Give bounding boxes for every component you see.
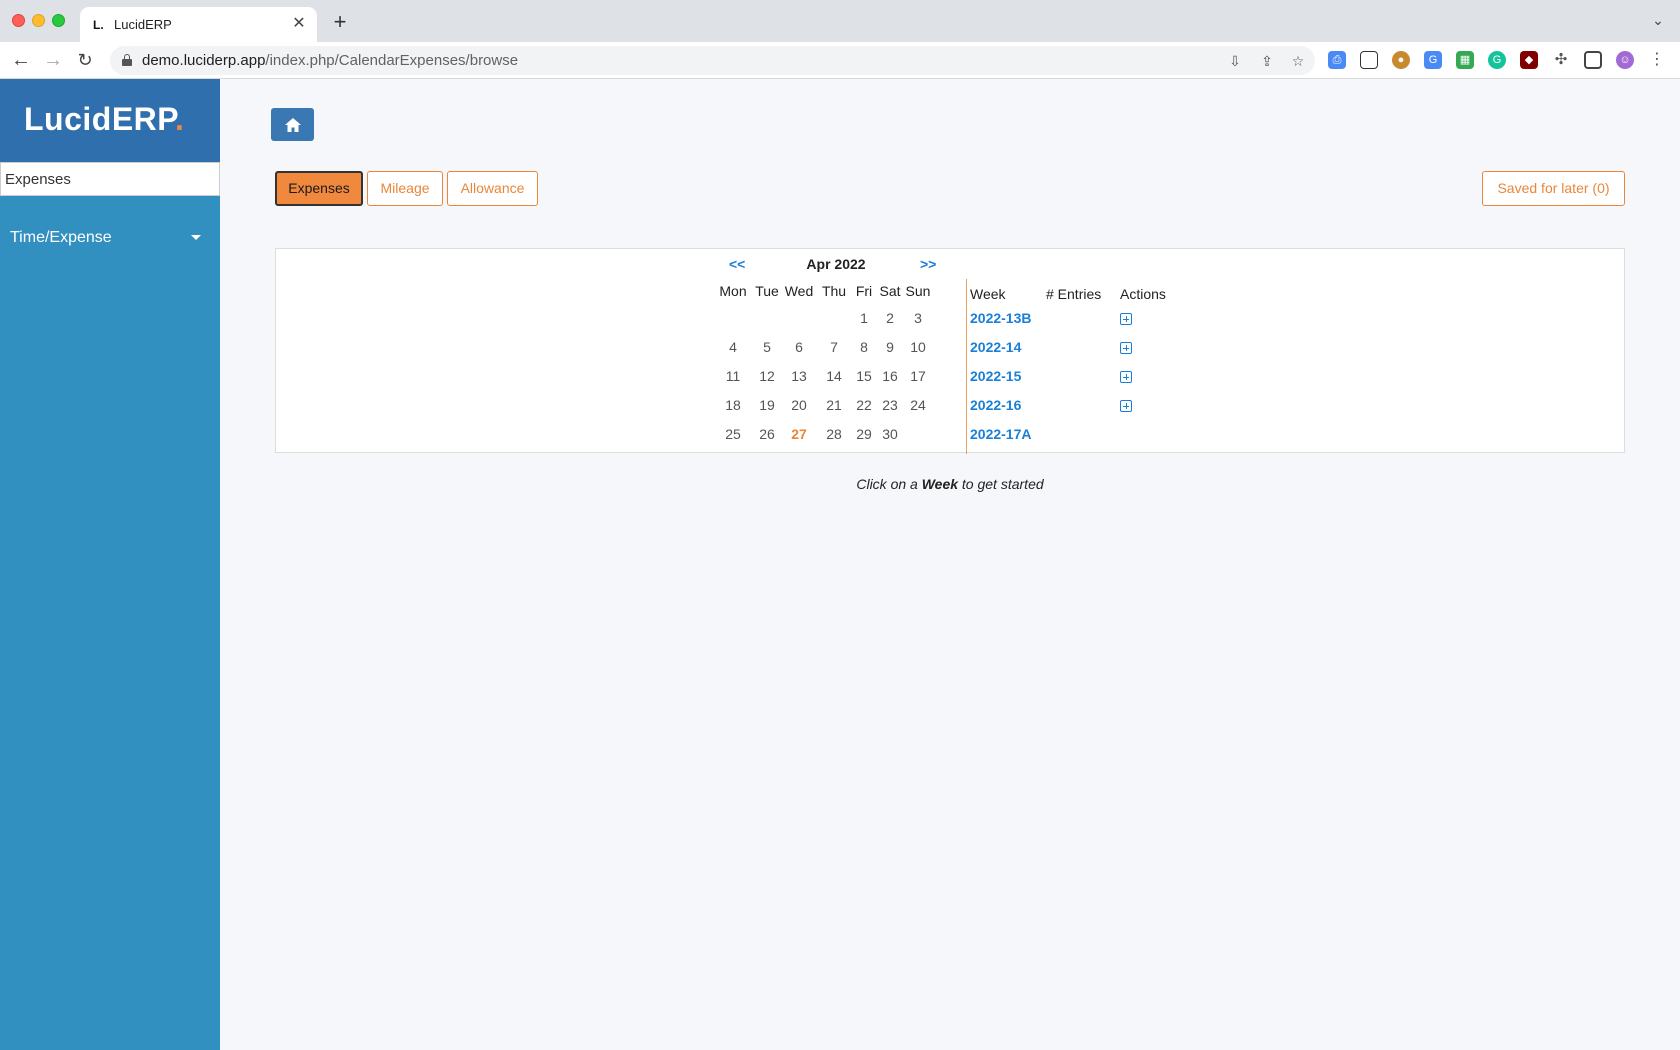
hint-text: Click on a Week to get started — [275, 476, 1625, 492]
calendar-day[interactable]: 13 — [782, 368, 816, 384]
kebab-menu-icon[interactable]: ⋮ — [1648, 51, 1666, 69]
tab-strip: L. LucidERP ✕ + ⌄ — [0, 0, 1680, 42]
share-icon[interactable]: ⇪ — [1257, 51, 1277, 71]
home-button[interactable] — [271, 108, 314, 141]
home-icon — [285, 118, 301, 132]
logo-text: LucidERP — [24, 101, 175, 137]
calendar-day[interactable]: 21 — [817, 397, 851, 413]
calendar-day[interactable]: 19 — [750, 397, 784, 413]
calendar-divider — [966, 279, 967, 454]
maximize-window-button[interactable] — [52, 14, 65, 27]
calendar-day[interactable]: 7 — [817, 339, 851, 355]
add-entry-icon[interactable] — [1120, 400, 1132, 412]
tab-allowance[interactable]: Allowance — [447, 171, 538, 206]
bookmark-star-icon[interactable]: ☆ — [1288, 51, 1308, 71]
add-entry-icon[interactable] — [1120, 342, 1132, 354]
calendar-day-header: Wed — [784, 283, 814, 299]
translate-icon[interactable]: G — [1424, 51, 1442, 69]
back-icon[interactable]: ← — [8, 48, 34, 74]
next-month-link[interactable]: >> — [920, 256, 936, 272]
browser-tab[interactable]: L. LucidERP ✕ — [80, 7, 317, 42]
calendar-day[interactable]: 3 — [901, 310, 935, 326]
calendar-day[interactable]: 20 — [782, 397, 816, 413]
calendar-day[interactable]: 12 — [750, 368, 784, 384]
week-link[interactable]: 2022-15 — [970, 368, 1021, 384]
logo-area: LucidERP. — [0, 79, 220, 162]
url-host: demo.luciderp.app — [142, 52, 266, 69]
browser-toolbar: ← → ↻ demo.luciderp.app/index.php/Calend… — [0, 42, 1680, 79]
tab-mileage[interactable]: Mileage — [367, 171, 443, 206]
calendar-day-header: Mon — [719, 283, 747, 299]
tab-expenses[interactable]: Expenses — [275, 171, 363, 206]
puzzle-icon[interactable]: ✣ — [1552, 51, 1570, 69]
ublock-icon[interactable]: ◆ — [1520, 51, 1538, 69]
hint-bold: Week — [921, 476, 959, 492]
screenshot-icon[interactable] — [1360, 51, 1378, 69]
calendar-day-today[interactable]: 27 — [782, 426, 816, 442]
sidebar-search-input[interactable] — [0, 162, 220, 196]
week-link[interactable]: 2022-17A — [970, 426, 1032, 442]
week-link[interactable]: 2022-14 — [970, 339, 1021, 355]
week-column-header: Week — [970, 286, 1006, 302]
calendar-day-header: Tue — [755, 283, 779, 299]
calendar: << Apr 2022 >> Mon Tue Wed Thu Fri Sat Sun 1 2 3 4… — [716, 249, 956, 454]
install-icon[interactable]: ⇩ — [1225, 51, 1245, 71]
close-window-button[interactable] — [12, 14, 25, 27]
cookie-icon[interactable]: ● — [1392, 51, 1410, 69]
calendar-day[interactable]: 26 — [750, 426, 784, 442]
side-panel-icon[interactable] — [1584, 51, 1602, 69]
app-logo[interactable]: LucidERP. — [24, 101, 184, 138]
calendar-day[interactable]: 28 — [817, 426, 851, 442]
calendar-day[interactable]: 24 — [901, 397, 935, 413]
calendar-day[interactable]: 4 — [716, 339, 750, 355]
calendar-day[interactable]: 14 — [817, 368, 851, 384]
sidebar-item-time-expense[interactable]: Time/Expense — [0, 217, 220, 261]
calendar-day[interactable]: 17 — [901, 368, 935, 384]
hint-before: Click on a — [856, 476, 922, 492]
calendar-day[interactable]: 10 — [901, 339, 935, 355]
sidebar-item-label: Time/Expense — [10, 229, 112, 246]
google-extension-icon[interactable]: ▦ — [1456, 51, 1474, 69]
saved-for-later-button[interactable]: Saved for later (0) — [1482, 171, 1625, 206]
calendar-day-header: Sun — [905, 283, 931, 299]
url-text: demo.luciderp.app/index.php/CalendarExpe… — [142, 52, 518, 69]
sidebar: LucidERP. Time/Expense — [0, 79, 220, 1050]
tab-title: LucidERP — [114, 17, 172, 32]
address-bar[interactable]: demo.luciderp.app/index.php/CalendarExpe… — [110, 46, 1315, 75]
calendar-day[interactable]: 30 — [873, 426, 907, 442]
calendar-day[interactable]: 18 — [716, 397, 750, 413]
add-entry-icon[interactable] — [1120, 313, 1132, 325]
logo-dot: . — [175, 101, 185, 137]
hint-after: to get started — [958, 476, 1044, 492]
avatar[interactable]: ☺ — [1616, 51, 1634, 69]
lock-icon — [122, 54, 132, 66]
reload-icon[interactable]: ↻ — [72, 48, 98, 74]
caret-down-icon — [191, 235, 201, 240]
calendar-day[interactable]: 11 — [716, 368, 750, 384]
grammarly-icon[interactable]: G — [1488, 51, 1506, 69]
calendar-day-header: Thu — [821, 283, 847, 299]
extension-icon[interactable]: ⎙ — [1328, 51, 1346, 69]
favicon-icon: L. — [93, 18, 104, 32]
calendar-panel: << Apr 2022 >> Mon Tue Wed Thu Fri Sat Sun 1 2 3 4… — [275, 248, 1625, 454]
minimize-window-button[interactable] — [32, 14, 45, 27]
calendar-day[interactable]: 25 — [716, 426, 750, 442]
week-link[interactable]: 2022-13B — [970, 310, 1032, 326]
week-link[interactable]: 2022-16 — [970, 397, 1021, 413]
calendar-day[interactable]: 6 — [782, 339, 816, 355]
forward-icon[interactable]: → — [40, 48, 66, 74]
add-entry-icon[interactable] — [1120, 371, 1132, 383]
tab-close-icon[interactable]: ✕ — [289, 14, 309, 34]
browser-chrome: L. LucidERP ✕ + ⌄ ← → ↻ demo.luciderp.ap… — [0, 0, 1680, 79]
new-tab-icon[interactable]: + — [328, 11, 352, 35]
url-path: /index.php/CalendarExpenses/browse — [265, 52, 519, 69]
calendar-day[interactable]: 5 — [750, 339, 784, 355]
entries-column-header: # Entries — [1046, 286, 1102, 302]
actions-column-header: Actions — [1120, 286, 1166, 302]
chevron-down-icon[interactable]: ⌄ — [1648, 12, 1668, 32]
